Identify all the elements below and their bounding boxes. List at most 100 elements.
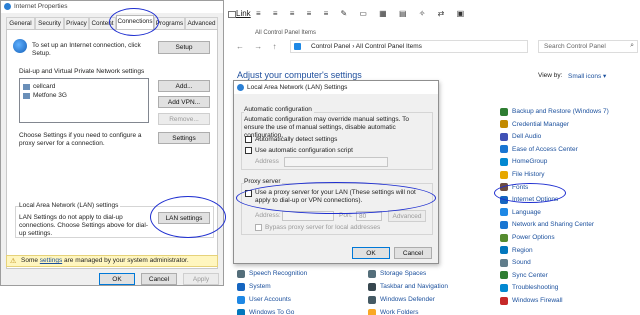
control-panel-item-icon	[500, 283, 508, 292]
cp-bright-item[interactable]: Windows Defender	[368, 294, 435, 305]
connections-listbox[interactable]: cellcard Metfone 3G	[19, 78, 149, 123]
control-panel-item-icon	[368, 308, 376, 315]
cp-right-item-label: Sound	[512, 259, 531, 267]
control-panel-item-icon	[500, 208, 508, 217]
remove-button[interactable]: Remove...	[158, 113, 210, 125]
add-vpn-button[interactable]: Add VPN...	[158, 96, 210, 108]
setup-globe-icon	[13, 39, 27, 53]
auto-detect-label: Automatically detect settings	[255, 136, 338, 143]
use-script-label: Use automatic configuration script	[255, 147, 353, 154]
cp-right-item-label: Language	[512, 208, 541, 216]
cp-mid-item[interactable]: Windows To Go	[237, 307, 294, 315]
inet-ok-button[interactable]: OK	[99, 273, 135, 285]
admin-settings-link[interactable]: settings	[40, 257, 62, 264]
setup-button[interactable]: Setup	[158, 41, 210, 54]
control-panel-item-icon	[500, 107, 508, 116]
cp-right-item[interactable]: Internet Options	[500, 194, 558, 205]
bypass-checkbox[interactable]	[255, 224, 262, 231]
cp-right-item[interactable]: File History	[500, 169, 545, 180]
connection-metfone[interactable]: Metfone 3G	[23, 91, 67, 100]
search-placeholder: Search Control Panel	[544, 43, 606, 50]
port-field[interactable]: 80	[356, 211, 382, 221]
use-script-checkbox[interactable]	[245, 147, 252, 154]
lan-cancel-button[interactable]: Cancel	[394, 247, 432, 259]
control-panel-item-icon	[237, 295, 245, 304]
cp-right-item-label: Sync Center	[512, 271, 548, 279]
cp-right-item-label: Power Options	[512, 234, 555, 241]
inet-apply-button[interactable]: Apply	[183, 273, 219, 285]
tab-content[interactable]: Content	[89, 17, 116, 29]
cp-right-item[interactable]: Backup and Restore (Windows 7)	[500, 106, 609, 117]
toolbar-glyphs: ≡ ≡ ≡ ≡ ≡ ✎ ▭ ▦ ▤ ✧ ⇄ ▣	[256, 9, 470, 18]
cp-bright-item[interactable]: Storage Spaces	[368, 268, 426, 279]
cp-bright-item[interactable]: Taskbar and Navigation	[368, 281, 448, 292]
control-panel-item-icon	[500, 296, 508, 305]
proxy-label: Proxy server	[244, 178, 283, 186]
control-panel-item-icon	[237, 308, 245, 315]
proxy-address-field[interactable]	[282, 211, 334, 221]
cp-right-item[interactable]: Sound	[500, 257, 531, 268]
cp-right-item-label: File History	[512, 171, 545, 178]
lan-titlebar: Local Area Network (LAN) Settings	[234, 81, 438, 94]
proxy-address-label: Address:	[255, 212, 281, 219]
control-panel-item-icon	[237, 282, 245, 291]
connection-cellcard[interactable]: cellcard	[23, 82, 55, 91]
cp-heading: Adjust your computer's settings	[237, 70, 362, 80]
cp-mid-item[interactable]: User Accounts	[237, 294, 291, 305]
cp-right-item[interactable]: Dell Audio	[500, 131, 541, 142]
control-panel-item-icon	[237, 269, 245, 278]
cp-right-item[interactable]: Ease of Access Center	[500, 144, 578, 155]
control-panel-item-icon	[368, 295, 376, 304]
cp-right-item[interactable]: Power Options	[500, 232, 555, 243]
control-panel-item-icon	[500, 233, 508, 242]
nav-arrows[interactable]: ← → ↑	[236, 42, 280, 51]
control-panel-item-icon	[500, 157, 508, 166]
cp-right-item-label: Ease of Access Center	[512, 145, 578, 153]
tab-programs[interactable]: Programs	[154, 17, 185, 29]
cp-mid-item[interactable]: System	[237, 281, 271, 292]
cp-right-item[interactable]: Region	[500, 245, 533, 256]
control-panel-item-icon	[500, 258, 508, 267]
add-button[interactable]: Add...	[158, 80, 210, 92]
lan-settings-button[interactable]: LAN settings	[158, 212, 210, 224]
cp-mid-item[interactable]: Speech Recognition	[237, 268, 307, 279]
auto-detect-checkbox[interactable]	[245, 136, 252, 143]
search-icon: ⌕	[630, 42, 634, 49]
globe-icon	[4, 3, 11, 10]
cp-right-item[interactable]: Windows Firewall	[500, 295, 563, 306]
inet-cancel-button[interactable]: Cancel	[141, 273, 177, 285]
view-by-dropdown[interactable]: Small icons ▾	[568, 72, 606, 80]
use-proxy-checkbox[interactable]	[245, 190, 252, 197]
cp-right-item[interactable]: Troubleshooting	[500, 282, 558, 293]
tab-advanced[interactable]: Advanced	[185, 17, 218, 29]
cp-bright-item[interactable]: Work Folders	[368, 307, 419, 315]
top-toolbar: Link ≡ ≡ ≡ ≡ ≡ ✎ ▭ ▦ ▤ ✧ ⇄ ▣	[226, 8, 640, 22]
settings-button[interactable]: Settings	[158, 132, 210, 144]
cp-bright-item-label: Windows Defender	[380, 296, 435, 303]
address-bar[interactable]: Control Panel › All Control Panel Items	[290, 40, 528, 53]
address-text: Control Panel › All Control Panel Items	[311, 43, 422, 50]
cp-right-item[interactable]: HomeGroup	[500, 156, 547, 167]
lan-title: Local Area Network (LAN) Settings	[247, 84, 348, 91]
cp-right-item[interactable]: Language	[500, 207, 541, 218]
tab-privacy[interactable]: Privacy	[64, 17, 89, 29]
advanced-button[interactable]: Advanced	[388, 210, 426, 222]
cp-mid-item-label: Windows To Go	[249, 309, 295, 315]
cp-right-item[interactable]: Sync Center	[500, 270, 548, 281]
control-panel-item-icon	[500, 120, 508, 129]
control-panel-icon	[294, 43, 301, 50]
control-panel-item-icon	[368, 282, 376, 291]
inet-titlebar: Internet Properties	[1, 1, 223, 13]
tab-security[interactable]: Security	[35, 17, 64, 29]
cp-right-item-label: Region	[512, 246, 533, 254]
tab-general[interactable]: General	[6, 17, 35, 29]
search-box[interactable]: Search Control Panel ⌕	[538, 40, 638, 53]
script-address-field[interactable]	[284, 157, 388, 167]
cp-right-item[interactable]: Network and Sharing Center	[500, 219, 594, 230]
toolbar-link[interactable]: Link	[236, 9, 251, 18]
cp-right-item[interactable]: Credential Manager	[500, 119, 569, 130]
cp-right-item[interactable]: Fonts	[500, 182, 528, 193]
tab-connections[interactable]: Connections	[116, 15, 154, 30]
control-panel-item-icon	[500, 195, 508, 204]
lan-ok-button[interactable]: OK	[352, 247, 390, 259]
